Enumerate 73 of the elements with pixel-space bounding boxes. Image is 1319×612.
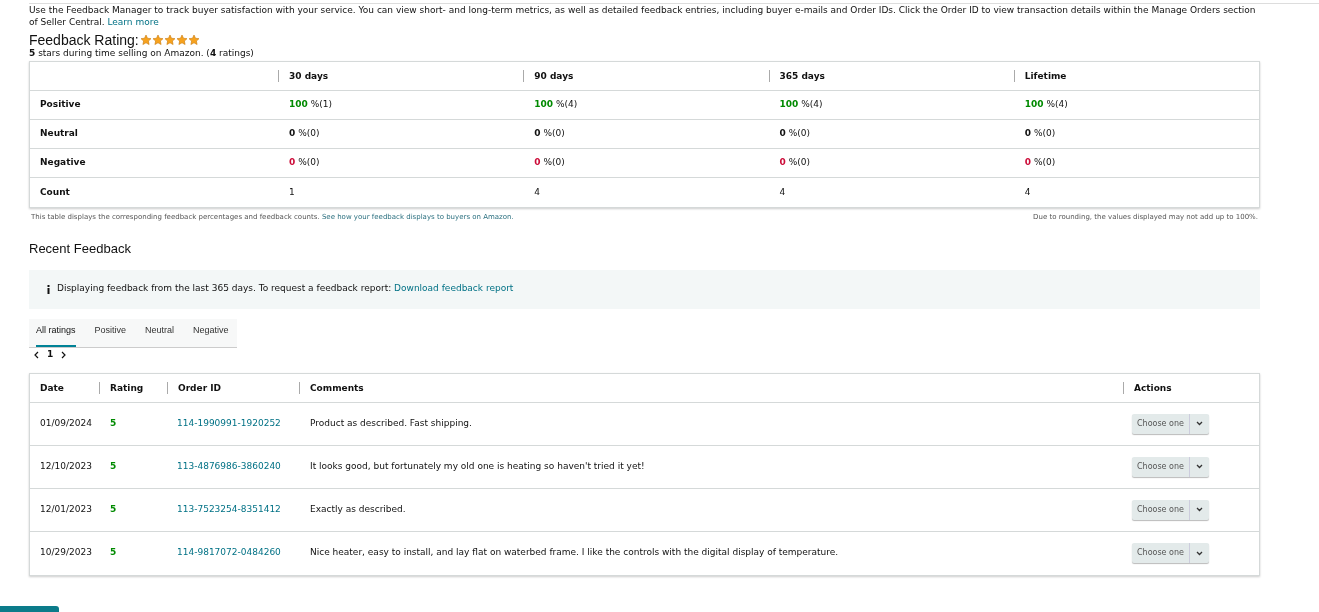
caret-icon [1195, 550, 1203, 556]
action-dropdown[interactable]: Choose one [1132, 413, 1209, 434]
column-header: Rating [99, 381, 167, 394]
rating-summary: 5 stars during time selling on Amazon. (4 ratings) [29, 48, 255, 59]
metric-cell-text: 4 [533, 185, 541, 199]
column-header: Date [39, 381, 65, 394]
rating-tab[interactable]: Neutral [145, 324, 175, 347]
metric-cell-text: 0 %(0) [1023, 127, 1057, 141]
comment-cell-text: It looks good, but fortunately my old one is heating so haven't tried it yet! [309, 459, 646, 473]
page-number[interactable]: 1 [47, 347, 54, 362]
order-id-link[interactable]: 113-7523254-8351412 [167, 502, 299, 517]
metric-cell-text: 0 %(0) [1023, 156, 1057, 170]
metric-cell-text: 1 [288, 185, 296, 199]
caret-icon [1195, 464, 1203, 469]
column-header: 30 days [278, 70, 524, 82]
star-icon [163, 34, 176, 46]
metric-cell-text: 0 %(0) [533, 156, 566, 170]
star-icon [187, 34, 200, 46]
date-cell-text: 10/29/2023 [39, 546, 93, 560]
date-cell-text: 01/09/2024 [39, 416, 93, 430]
action-dropdown[interactable]: Choose one [1132, 456, 1209, 477]
column-header: Actions [1123, 381, 1259, 394]
order-id-link[interactable]: 114-9817072-0484260 [167, 546, 299, 560]
intro-text: Use the Feedback Manager to track buyer satisfaction with your service. You can view short- and long-term metrics, as well as detailed feedback entries, including buyer e-mails and Order IDs. Click the Order ID to view transaction details within the Manage Orders section of Seller Central. Learn more [29, 4, 1257, 28]
rating-cell-text: 5 [109, 416, 118, 430]
metric-cell-text: 4 [1023, 185, 1032, 199]
info-icon [47, 284, 50, 294]
column-header: 90 days [523, 70, 769, 82]
row-label: Neutral [39, 127, 79, 141]
recent-feedback-title: Recent Feedback [29, 240, 132, 257]
column-header: Lifetime [1013, 70, 1259, 82]
column-header: Order ID [167, 381, 299, 394]
metric-cell-text: 100 %(1) [288, 98, 333, 112]
order-id-link[interactable]: 114-1990991-1920252 [167, 416, 299, 431]
star-icon [175, 34, 188, 46]
comment-cell-text: Exactly as described. [309, 502, 407, 516]
column-header: 365 days [768, 70, 1014, 82]
order-id-link[interactable]: 113-4876986-3860240 [167, 459, 299, 474]
caret-icon [1195, 507, 1203, 512]
date-cell-text: 12/01/2023 [39, 502, 93, 516]
metric-cell-text: 100 %(4) [778, 98, 824, 112]
metric-cell-text: 100 %(4) [533, 98, 579, 112]
rating-cell-text: 5 [109, 546, 118, 560]
column-header: Comments [299, 381, 1123, 394]
row-label: Negative [39, 156, 87, 170]
next-page-icon[interactable] [61, 350, 67, 359]
metric-cell-text: 0 %(0) [288, 127, 321, 141]
caret-icon [1195, 421, 1203, 426]
metric-cell-text: 100 %(4) [1023, 98, 1069, 112]
info-text: Displaying feedback from the last 365 days. To request a feedback report: Download feedback report [57, 282, 514, 296]
row-label: Count [39, 185, 71, 199]
star-icon [139, 34, 152, 46]
rating-tab[interactable]: Positive [94, 324, 127, 347]
action-dropdown[interactable]: Choose one [1132, 543, 1209, 563]
download-report-link[interactable]: Download feedback report [394, 283, 514, 294]
rating-cell-text: 5 [109, 459, 118, 473]
feedback-rating-title: Feedback Rating: [29, 32, 139, 48]
metric-cell-text: 0 %(0) [288, 156, 321, 170]
date-cell-text: 12/10/2023 [39, 459, 93, 473]
metric-cell-text: 0 %(0) [778, 127, 811, 141]
comment-cell-text: Product as described. Fast shipping. [309, 416, 473, 430]
previous-page-icon[interactable] [34, 350, 39, 359]
metric-cell-text: 4 [778, 185, 787, 199]
rating-tab[interactable]: All ratings [36, 324, 76, 347]
action-dropdown[interactable]: Choose one [1132, 499, 1209, 520]
comment-cell-text: Nice heater, easy to install, and lay flat on waterbed frame. I like the controls with the digital display of temperature. [309, 546, 840, 560]
star-icon [151, 34, 164, 46]
rating-cell-text: 5 [109, 502, 118, 516]
learn-more-link[interactable]: Learn more [107, 17, 159, 27]
row-label: Positive [39, 98, 82, 112]
metric-cell-text: 0 %(0) [533, 127, 566, 141]
metric-cell-text: 0 %(0) [778, 156, 811, 170]
rating-tab[interactable]: Negative [193, 324, 229, 347]
